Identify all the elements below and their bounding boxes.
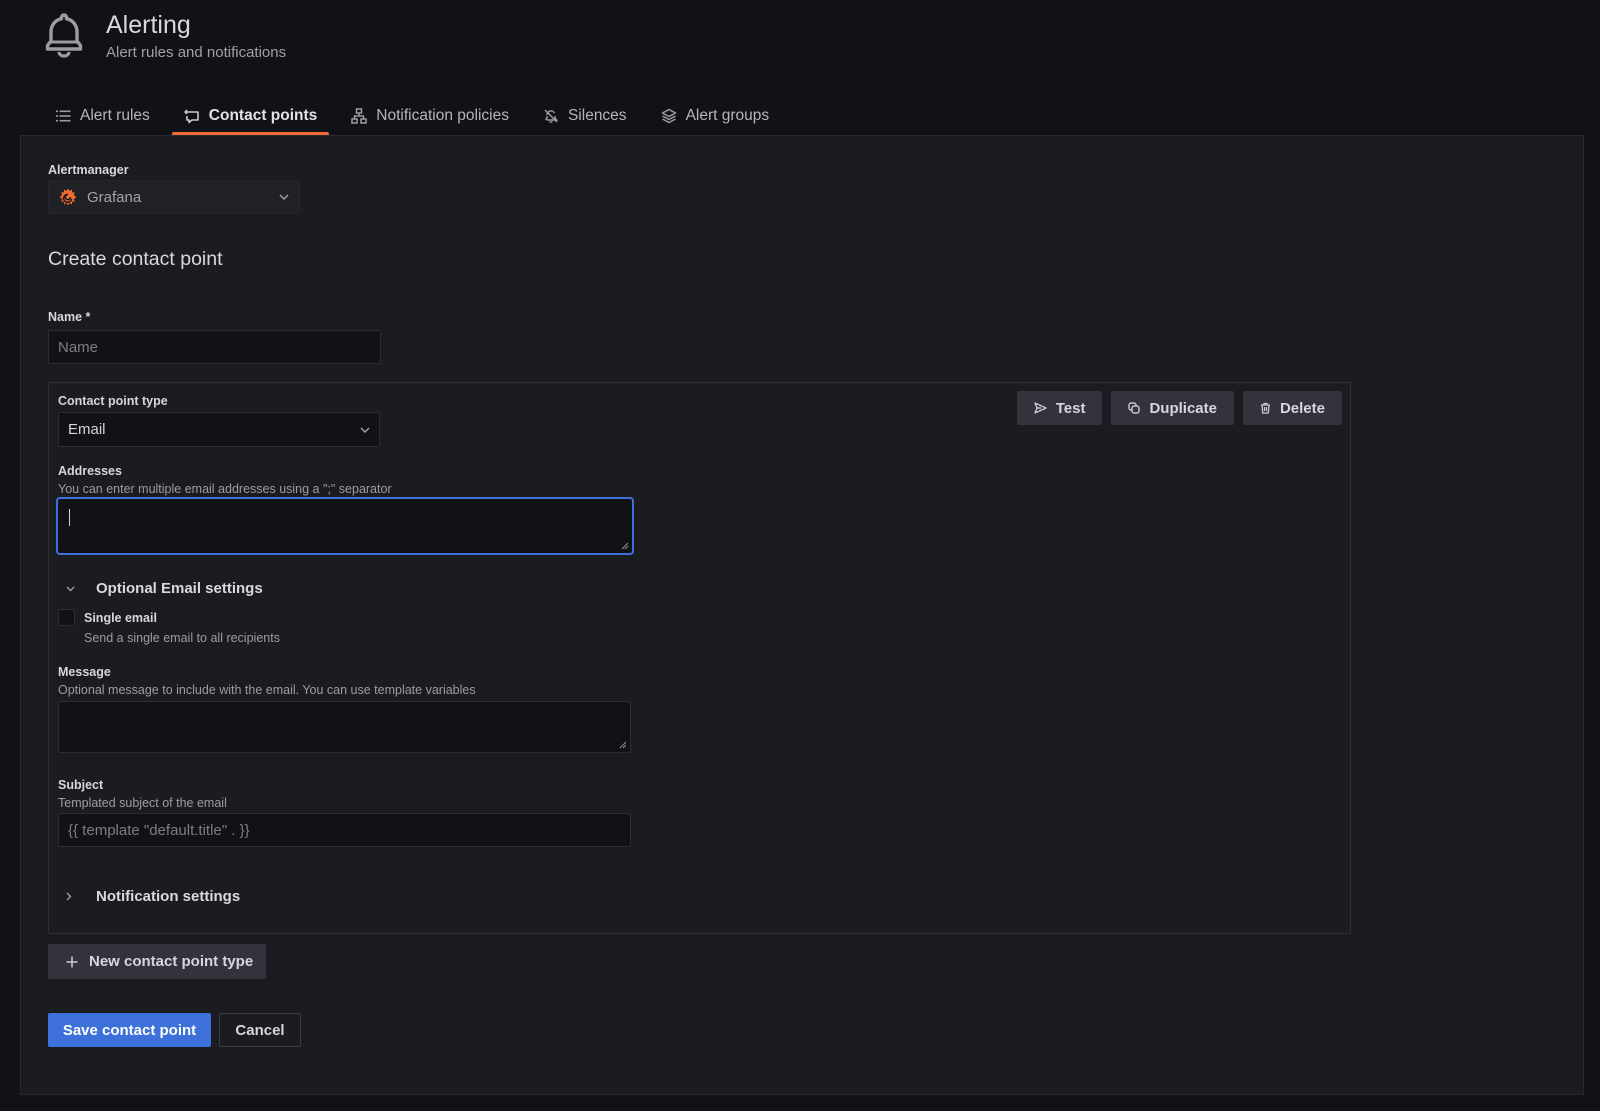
save-contact-point-button[interactable]: Save contact point [48,1013,211,1047]
alertmanager-select[interactable]: Grafana [48,180,300,214]
bell-icon [45,13,83,58]
message-textarea[interactable] [58,701,631,753]
chevron-down-icon [360,426,370,433]
tab-notification-policies[interactable]: Notification policies [339,98,521,134]
name-input[interactable]: Name [48,330,381,364]
tab-label: Silences [567,107,627,124]
tab-label: Alert rules [80,107,150,124]
alertmanager-label: Alertmanager [48,163,129,177]
page-header: Alerting Alert rules and notifications [44,10,286,61]
tab-bar: Alert rules Contact points Notification … [44,98,791,136]
notification-settings-title: Notification settings [96,888,241,905]
name-placeholder: Name [58,338,99,356]
subject-input[interactable]: {{ template "default.title" . }} [58,813,631,847]
duplicate-label: Duplicate [1149,399,1217,417]
contact-point-type-value: Email [68,421,106,438]
content-panel: Alertmanager Grafana Create contact poin… [20,135,1584,1095]
alertmanager-value: Grafana [87,188,142,206]
message-label: Message [58,665,111,679]
trash-icon [1260,402,1270,414]
delete-button[interactable]: Delete [1242,391,1342,425]
notification-settings-toggle[interactable]: Notification settings [58,888,240,905]
tab-silences[interactable]: Silences [531,98,639,134]
sitemap-icon [351,108,368,124]
bell-slash-icon [544,109,558,123]
chevron-down-icon [279,194,289,200]
form-title: Create contact point [48,248,223,270]
page-subtitle: Alert rules and notifications [106,44,287,61]
comment-alt-share-icon [183,108,199,123]
message-description: Optional message to include with the ema… [58,683,476,697]
optional-email-settings-toggle[interactable]: Optional Email settings [58,580,263,597]
tab-contact-points[interactable]: Contact points [171,98,330,136]
contact-point-type-label: Contact point type [58,394,168,408]
single-email-checkbox[interactable] [58,609,75,626]
resize-handle-icon[interactable] [619,741,627,749]
new-contact-point-type-label: New contact point type [89,953,254,970]
new-contact-point-type-button[interactable]: New contact point type [48,944,266,979]
subject-label: Subject [58,778,104,792]
plus-icon [66,956,78,967]
tab-label: Contact points [208,107,318,124]
test-label: Test [1055,399,1086,417]
tab-alert-groups[interactable]: Alert groups [649,98,782,134]
resize-handle-icon[interactable] [621,542,629,550]
card-actions: Test Duplicate Delete [1016,391,1342,425]
addresses-label: Addresses [58,464,122,478]
grafana-logo-icon [59,188,77,206]
cancel-button[interactable]: Cancel [219,1013,301,1047]
tab-label: Alert groups [685,107,770,124]
tab-alert-rules[interactable]: Alert rules [44,98,162,134]
page-title: Alerting [106,11,191,39]
subject-placeholder: {{ template "default.title" . }} [68,821,250,839]
list-icon [56,110,71,122]
addresses-description: You can enter multiple email addresses u… [58,482,392,496]
delete-label: Delete [1279,399,1325,417]
send-icon [1034,402,1047,414]
subject-description: Templated subject of the email [58,796,227,810]
name-label: Name * [48,310,91,324]
addresses-textarea[interactable] [56,497,634,555]
contact-point-card: Contact point type Email Test Duplicate … [48,382,1351,934]
duplicate-button[interactable]: Duplicate [1111,391,1234,425]
alerting-page: Alerting Alert rules and notifications A… [0,0,1600,1111]
optional-email-settings-title: Optional Email settings [96,580,263,597]
chevron-right-icon [66,892,72,901]
single-email-label: Single email [84,611,157,625]
test-button[interactable]: Test [1016,391,1103,425]
chevron-down-icon [66,586,75,591]
tab-label: Notification policies [376,107,509,124]
text-cursor [69,509,70,526]
single-email-description: Send a single email to all recipients [84,631,280,645]
contact-point-type-select[interactable]: Email [58,412,380,447]
layer-group-icon [661,108,676,124]
copy-icon [1128,402,1141,414]
